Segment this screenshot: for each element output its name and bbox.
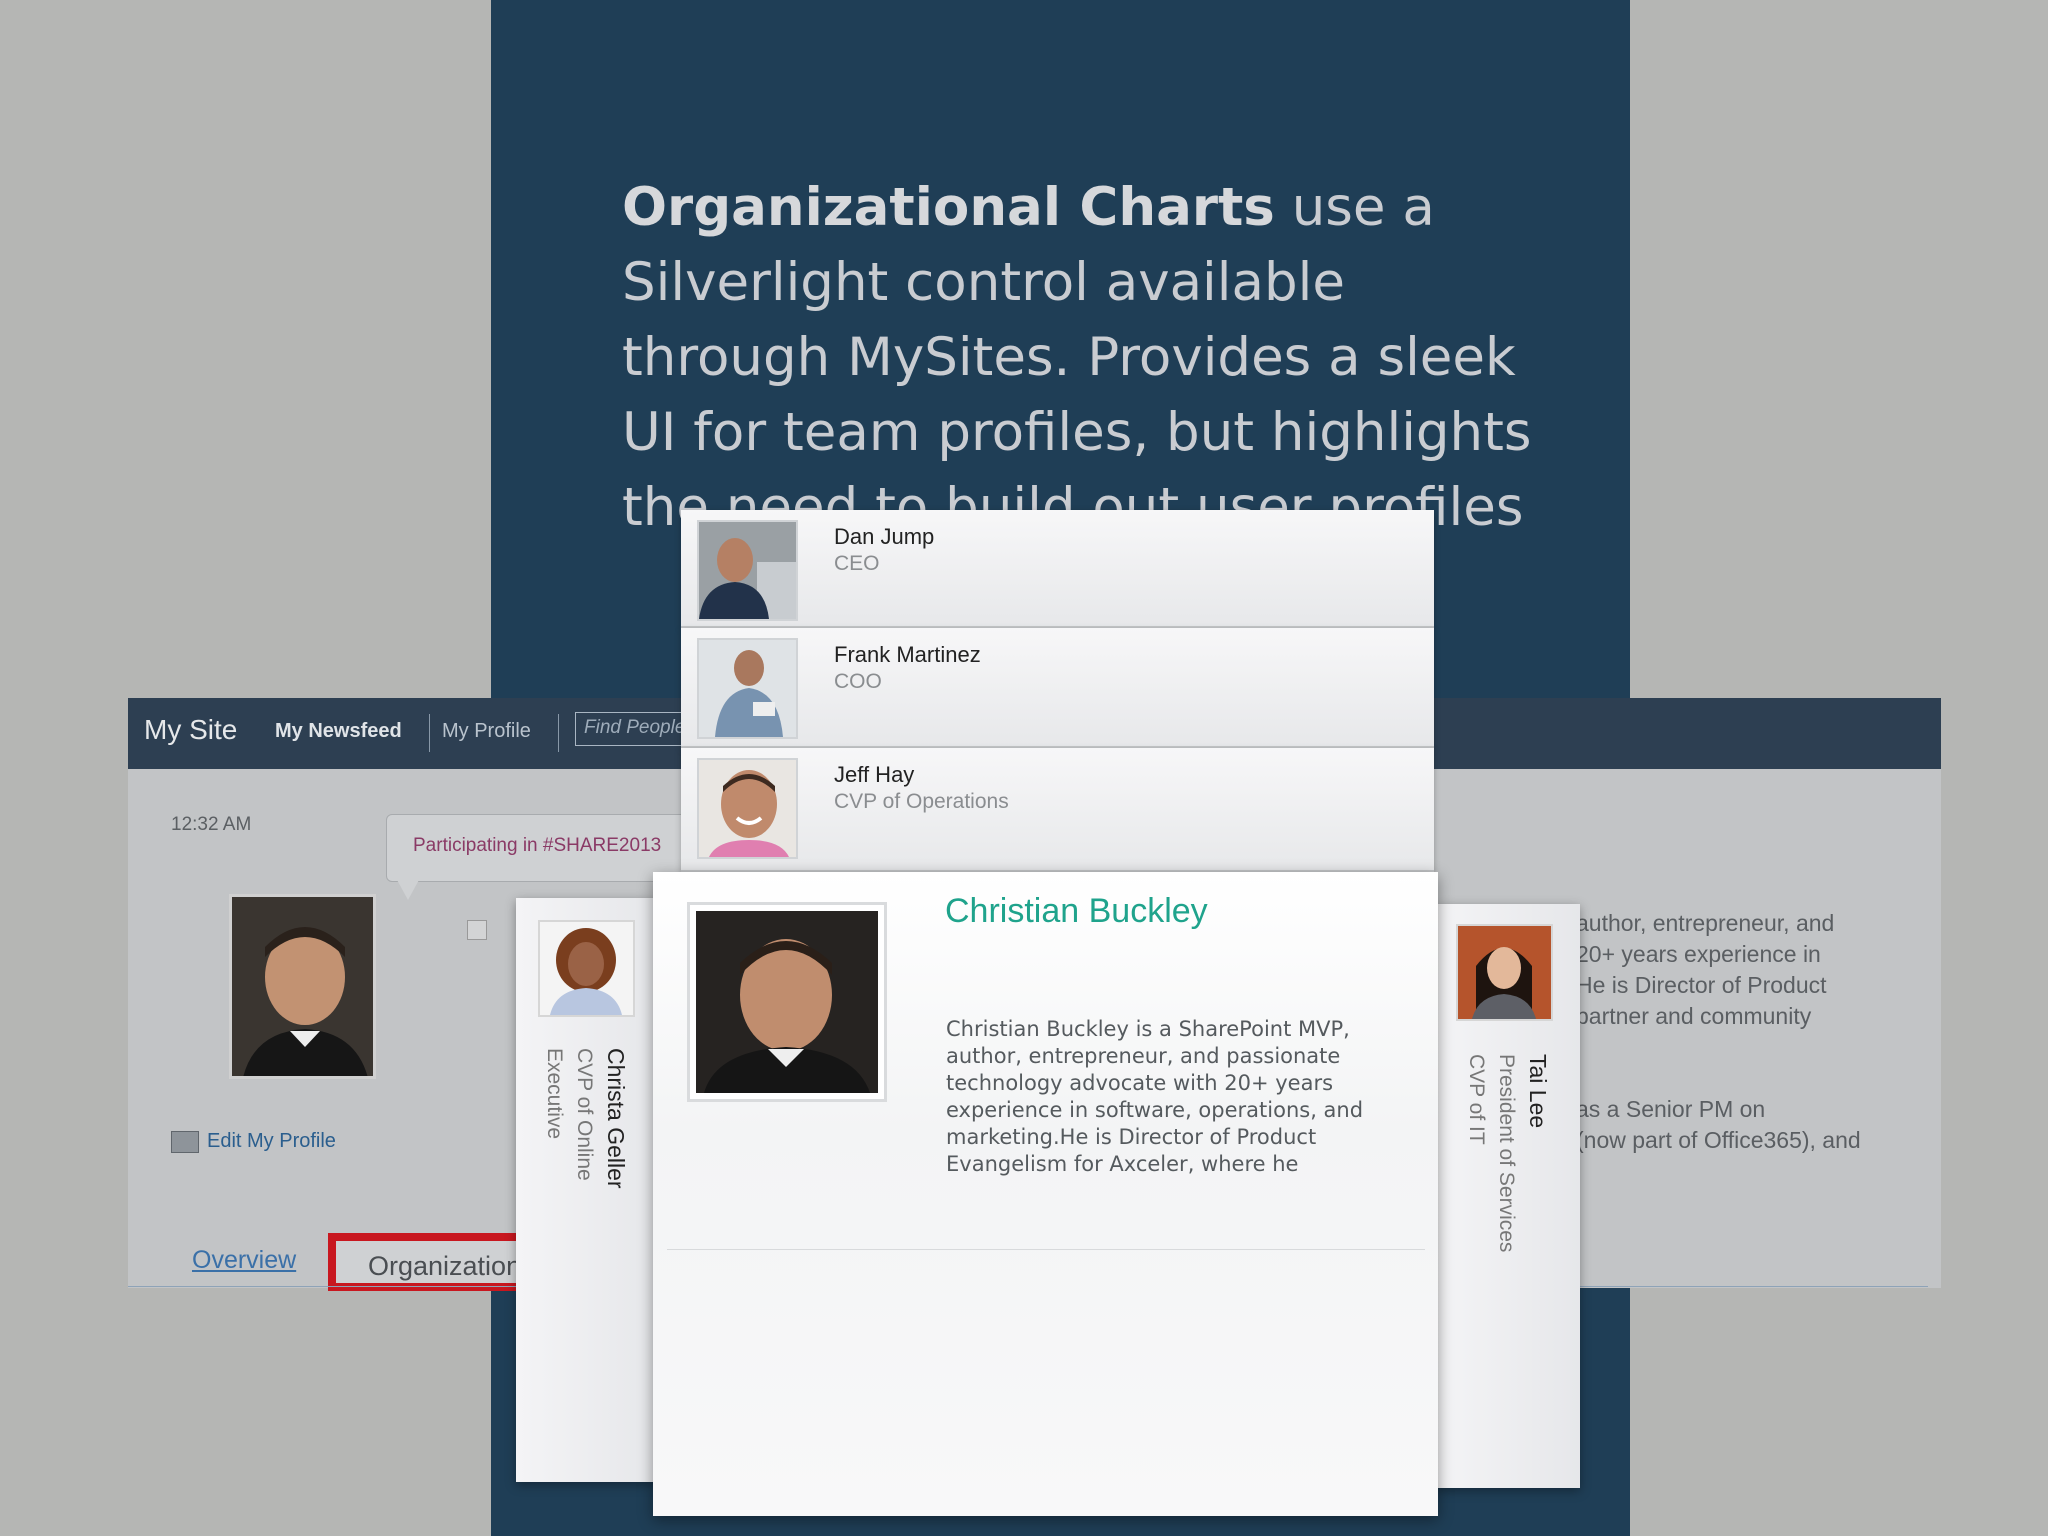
manager-role: CVP of Operations	[834, 790, 1009, 813]
status-bubble[interactable]: Participating in #SHARE2013	[386, 814, 688, 882]
card-divider	[667, 1249, 1425, 1250]
peer-photo	[1456, 924, 1553, 1021]
peer-name: Tai Lee	[1525, 1054, 1551, 1129]
manager-name: Jeff Hay	[834, 762, 915, 787]
headline-bold: Organizational Charts	[622, 177, 1275, 238]
profile-photo	[229, 894, 376, 1079]
org-card-christian-buckley[interactable]: Christian Buckley Christian Buckley is a…	[653, 872, 1438, 1516]
site-title[interactable]: My Site	[144, 714, 237, 746]
peer-name: Christa Geller	[603, 1048, 629, 1189]
org-card-christa-geller[interactable]: Christa Geller CVP of Online Executive	[516, 898, 656, 1482]
focus-photo	[687, 902, 887, 1102]
manager-role: CEO	[834, 552, 880, 575]
peer-photo	[538, 920, 635, 1017]
manager-name: Frank Martinez	[834, 642, 981, 667]
org-card-tai-lee[interactable]: Tai Lee President of Services CVP of IT	[1436, 904, 1580, 1488]
profile-bio-snippet: author, entrepreneur, and 20+ years expe…	[1576, 908, 1861, 1156]
post-checkbox[interactable]	[467, 920, 487, 940]
bubble-tail	[396, 878, 420, 900]
nav-separator	[558, 714, 559, 752]
bio-line	[1576, 1032, 1861, 1094]
status-text: Participating in #SHARE2013	[413, 835, 662, 856]
nav-separator	[429, 714, 430, 752]
bio-line: 20+ years experience in	[1576, 941, 1821, 967]
org-card-jeff-hay[interactable]: Jeff Hay CVP of Operations	[681, 748, 1434, 872]
edit-profile-icon	[171, 1130, 199, 1153]
nav-my-profile[interactable]: My Profile	[442, 720, 531, 743]
bio-line: as a Senior PM on	[1576, 1096, 1766, 1122]
edit-profile-link[interactable]: Edit My Profile	[171, 1130, 336, 1153]
post-time: 12:32 AM	[171, 814, 252, 835]
bio-line: partner and community	[1576, 1003, 1812, 1029]
manager-photo	[697, 520, 798, 621]
nav-my-newsfeed[interactable]: My Newsfeed	[275, 720, 402, 743]
focus-bio: Christian Buckley is a SharePoint MVP, a…	[946, 1017, 1364, 1176]
tab-organization-label: Organization	[368, 1251, 522, 1281]
focus-name: Christian Buckley	[945, 892, 1208, 930]
peer-role: Executive	[543, 1048, 566, 1140]
tab-overview[interactable]: Overview	[192, 1246, 296, 1275]
manager-photo	[697, 638, 798, 739]
slide-headline: Organizational Charts use a Silverlight …	[622, 170, 1552, 545]
bio-line: author, entrepreneur, and	[1576, 910, 1835, 936]
org-card-frank-martinez[interactable]: Frank Martinez COO	[681, 628, 1434, 748]
manager-photo	[697, 758, 798, 859]
manager-role: COO	[834, 670, 882, 693]
peer-role: CVP of Online	[573, 1048, 596, 1181]
org-card-dan-jump[interactable]: Dan Jump CEO	[681, 510, 1434, 628]
peer-role: President of Services	[1495, 1054, 1518, 1253]
edit-profile-label: Edit My Profile	[207, 1130, 336, 1152]
bio-line: (now part of Office365), and	[1576, 1127, 1861, 1153]
manager-name: Dan Jump	[834, 524, 935, 549]
bio-line: He is Director of Product	[1576, 972, 1827, 998]
peer-role: CVP of IT	[1465, 1054, 1488, 1145]
